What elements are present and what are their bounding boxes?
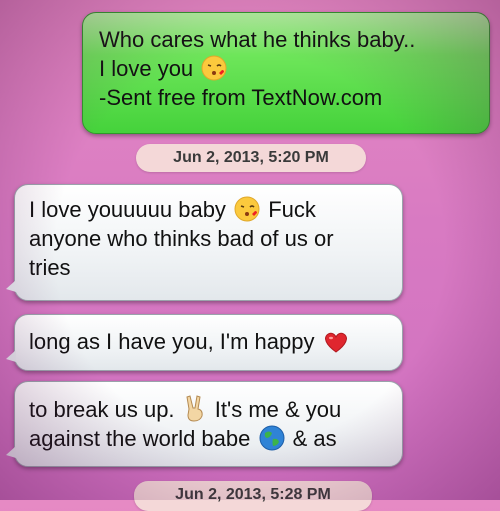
victory-hand-icon: [186, 395, 203, 422]
timestamp-pill: Jun 2, 2013, 5:20 PM: [136, 144, 366, 172]
message-text: & as: [292, 426, 337, 451]
timestamp-pill: Jun 2, 2013, 5:28 PM: [134, 481, 372, 511]
received-message-bubble[interactable]: long as I have you, I'm happy: [6, 314, 403, 371]
message-text: against the world babe: [29, 426, 251, 451]
message-text: I love you: [99, 56, 194, 81]
received-message-bubble[interactable]: to break us up. It's me & you against th…: [6, 381, 403, 467]
sent-message-bubble[interactable]: Who cares what he thinks baby.. I love y…: [82, 12, 490, 134]
message-text: Who cares what he thinks baby..: [99, 27, 416, 52]
message-text: to break us up.: [29, 397, 175, 422]
message-text: -Sent free from TextNow.com: [99, 85, 383, 110]
message-text: It's me & you: [214, 397, 342, 422]
globe-icon: [259, 425, 284, 451]
message-text: I love youuuuu baby: [29, 197, 226, 222]
message-text: long as I have you, I'm happy: [29, 329, 315, 354]
message-text: Fuck: [268, 197, 316, 222]
message-text: tries: [29, 255, 71, 280]
kissing-face-icon: [201, 55, 227, 81]
message-text: anyone who thinks bad of us or: [29, 226, 334, 251]
heart-icon: [324, 332, 347, 353]
received-message-bubble[interactable]: I love youuuuu baby Fuck anyone who thin…: [6, 184, 403, 301]
kissing-face-icon: [234, 196, 260, 222]
